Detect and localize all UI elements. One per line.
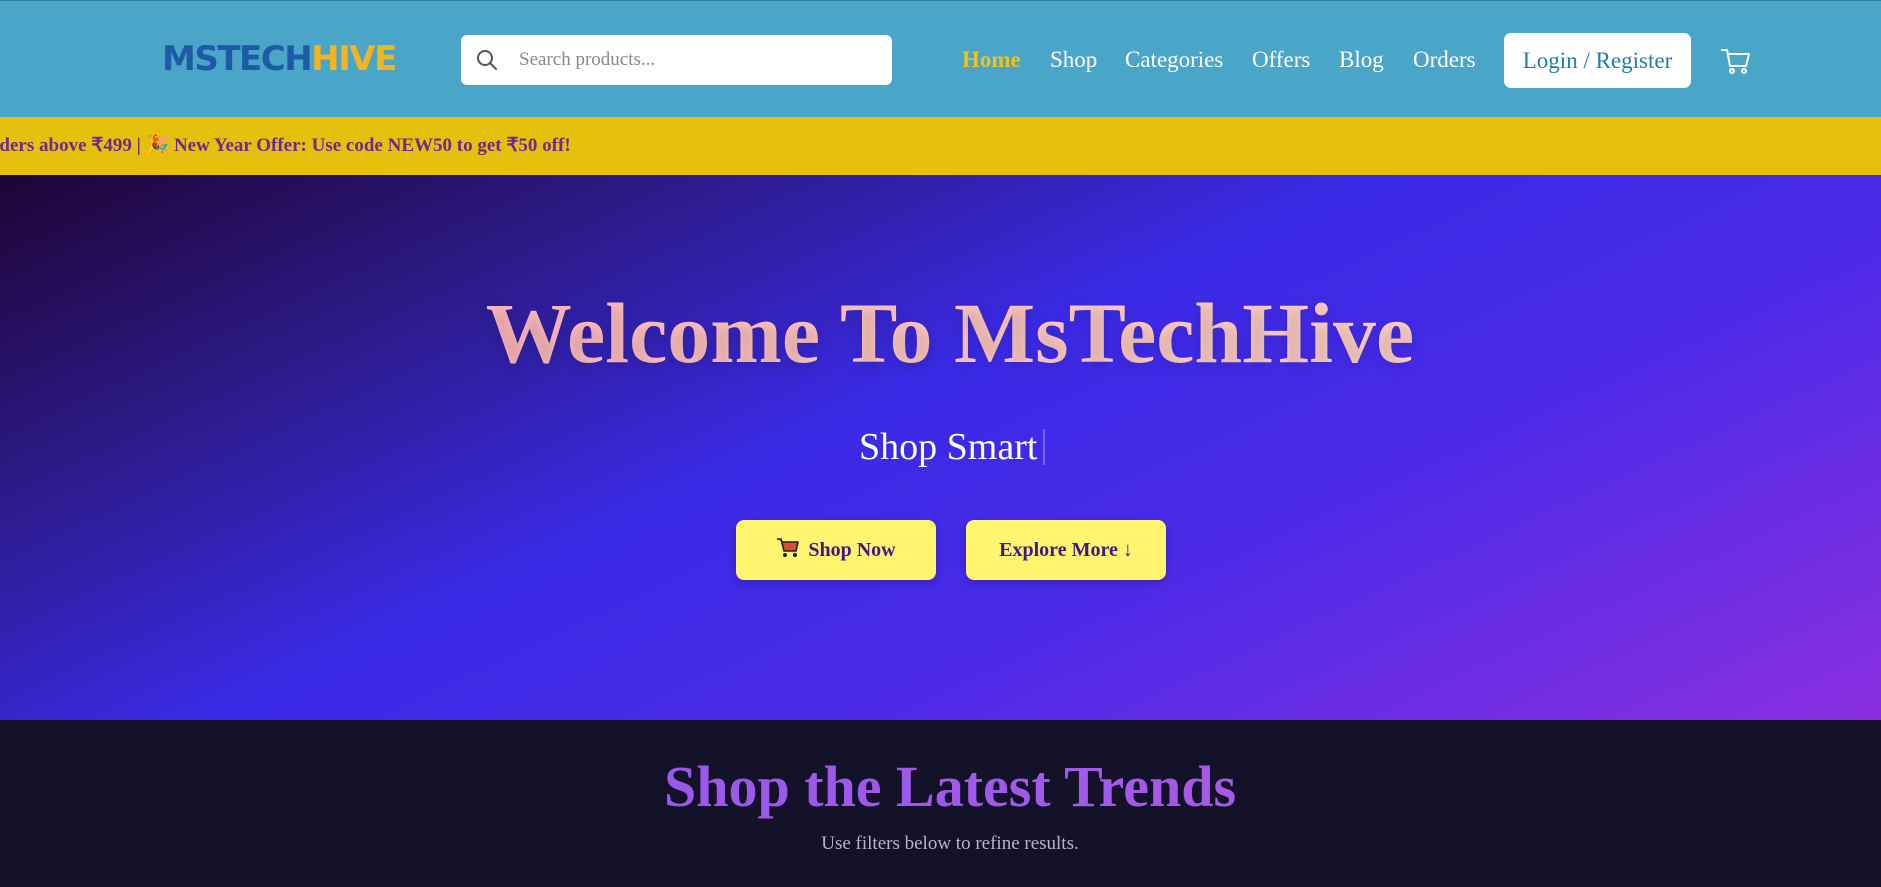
nav-blog[interactable]: Blog: [1339, 45, 1384, 75]
cart-icon[interactable]: [1720, 45, 1752, 77]
search-icon[interactable]: [475, 48, 499, 72]
hero-subtitle-text: Shop Smart: [859, 426, 1038, 468]
nav-categories[interactable]: Categories: [1125, 45, 1223, 75]
hero-subtitle: Shop Smart: [859, 423, 1046, 471]
site-header: MSTECHHIVE Home Shop Categories Offers B…: [0, 0, 1881, 117]
nav-home[interactable]: Home: [962, 45, 1021, 75]
shop-now-button[interactable]: Shop Now: [736, 520, 936, 580]
hero-title: Welcome To MsTechHive: [0, 283, 1881, 383]
search-box: [461, 35, 892, 85]
logo[interactable]: MSTECHHIVE: [162, 39, 397, 79]
explore-more-button[interactable]: Explore More ↓: [966, 520, 1166, 580]
search-input[interactable]: [519, 35, 879, 85]
shop-now-label: Shop Now: [808, 539, 896, 561]
nav-shop[interactable]: Shop: [1050, 45, 1097, 75]
hero-section: Welcome To MsTechHive Shop Smart Shop No…: [0, 175, 1881, 720]
nav-orders[interactable]: Orders: [1413, 45, 1476, 75]
announcement-text: rders above ₹499 | 🎉 New Year Offer: Use…: [0, 135, 571, 156]
announcement-bar: rders above ₹499 | 🎉 New Year Offer: Use…: [0, 117, 1881, 175]
nav-offers[interactable]: Offers: [1252, 45, 1310, 75]
typing-caret: [1043, 429, 1046, 465]
trends-section: Shop the Latest Trends Use filters below…: [0, 720, 1881, 887]
logo-part-1: MSTECH: [162, 39, 313, 79]
logo-part-2: HIVE: [311, 39, 397, 79]
trends-subtitle: Use filters below to refine results.: [821, 833, 1079, 854]
trends-title: Shop the Latest Trends: [0, 752, 1881, 822]
login-register-button[interactable]: Login / Register: [1504, 33, 1691, 88]
shopping-cart-icon: [776, 523, 800, 583]
